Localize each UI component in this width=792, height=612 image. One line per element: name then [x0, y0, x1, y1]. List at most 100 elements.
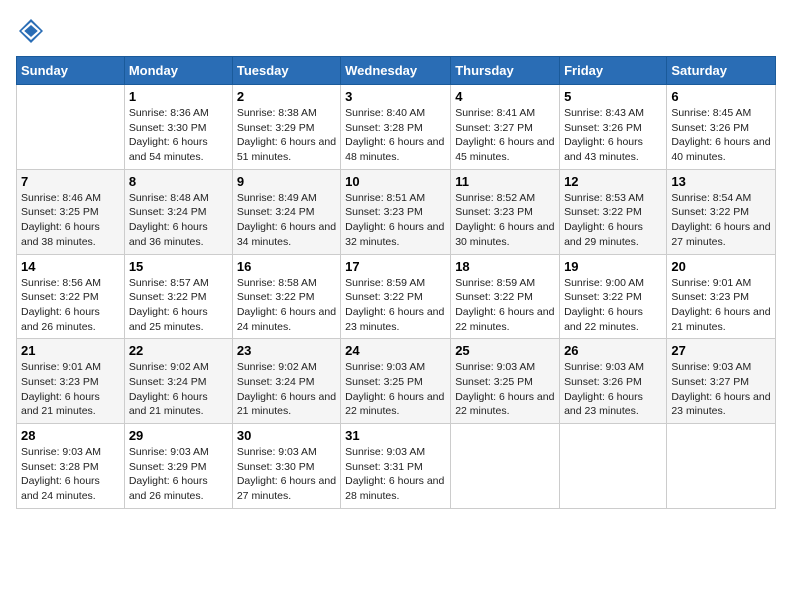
day-number: 15 — [129, 259, 228, 274]
calendar-cell: 31 Sunrise: 9:03 AMSunset: 3:31 PMDayligh… — [341, 424, 451, 509]
day-info: Sunrise: 8:46 AMSunset: 3:25 PMDaylight:… — [21, 191, 120, 250]
day-number: 3 — [345, 89, 446, 104]
day-number: 7 — [21, 174, 120, 189]
day-info: Sunrise: 8:59 AMSunset: 3:22 PMDaylight:… — [345, 276, 446, 335]
day-number: 27 — [671, 343, 771, 358]
day-number: 16 — [237, 259, 336, 274]
day-info: Sunrise: 9:01 AMSunset: 3:23 PMDaylight:… — [671, 276, 771, 335]
day-info: Sunrise: 8:41 AMSunset: 3:27 PMDaylight:… — [455, 106, 555, 165]
day-number: 21 — [21, 343, 120, 358]
calendar-cell: 23Sunrise: 9:02 AMSunset: 3:24 PMDayligh… — [232, 339, 340, 424]
day-info: Sunrise: 8:53 AMSunset: 3:22 PMDaylight:… — [564, 191, 662, 250]
day-info: Sunrise: 9:03 AMSunset: 3:29 PMDaylight:… — [129, 445, 228, 504]
day-number: 4 — [455, 89, 555, 104]
day-number: 18 — [455, 259, 555, 274]
day-number: 10 — [345, 174, 446, 189]
day-number: 1 — [129, 89, 228, 104]
day-number: 28 — [21, 428, 120, 443]
day-info: Sunrise: 9:03 AMSunset: 3:31 PMDaylight:… — [345, 445, 446, 504]
calendar-cell: 11Sunrise: 8:52 AMSunset: 3:23 PMDayligh… — [451, 169, 560, 254]
calendar-cell — [667, 424, 776, 509]
week-row-4: 21 Sunrise: 9:01 AMSunset: 3:23 PMDayligh… — [17, 339, 776, 424]
day-info: Sunrise: 8:38 AMSunset: 3:29 PMDaylight:… — [237, 106, 336, 165]
day-info: Sunrise: 9:00 AMSunset: 3:22 PMDaylight:… — [564, 276, 662, 335]
day-number: 9 — [237, 174, 336, 189]
calendar-cell: 5Sunrise: 8:43 AMSunset: 3:26 PMDaylight… — [560, 85, 667, 170]
day-info: Sunrise: 8:45 AMSunset: 3:26 PMDaylight:… — [671, 106, 771, 165]
calendar-cell — [560, 424, 667, 509]
calendar-cell: 24 Sunrise: 9:03 AMSunset: 3:25 PMDayligh… — [341, 339, 451, 424]
day-number: 24 — [345, 343, 446, 358]
calendar-cell: 19 Sunrise: 9:00 AMSunset: 3:22 PMDayligh… — [560, 254, 667, 339]
calendar-cell: 10 Sunrise: 8:51 AMSunset: 3:23 PMDayligh… — [341, 169, 451, 254]
day-info: Sunrise: 9:02 AMSunset: 3:24 PMDaylight:… — [129, 360, 228, 419]
day-info: Sunrise: 9:03 AMSunset: 3:27 PMDaylight:… — [671, 360, 771, 419]
day-info: Sunrise: 9:03 AMSunset: 3:28 PMDaylight:… — [21, 445, 120, 504]
day-number: 26 — [564, 343, 662, 358]
calendar-cell: 17 Sunrise: 8:59 AMSunset: 3:22 PMDayligh… — [341, 254, 451, 339]
day-number: 6 — [671, 89, 771, 104]
day-number: 17 — [345, 259, 446, 274]
day-number: 12 — [564, 174, 662, 189]
day-number: 8 — [129, 174, 228, 189]
day-number: 30 — [237, 428, 336, 443]
week-row-2: 7 Sunrise: 8:46 AMSunset: 3:25 PMDaylight… — [17, 169, 776, 254]
calendar-cell: 2 Sunrise: 8:38 AMSunset: 3:29 PMDaylight… — [232, 85, 340, 170]
calendar-cell: 16 Sunrise: 8:58 AMSunset: 3:22 PMDayligh… — [232, 254, 340, 339]
day-info: Sunrise: 8:56 AMSunset: 3:22 PMDaylight:… — [21, 276, 120, 335]
calendar-cell: 28 Sunrise: 9:03 AMSunset: 3:28 PMDayligh… — [17, 424, 125, 509]
day-header-friday: Friday — [560, 57, 667, 85]
calendar-cell: 9Sunrise: 8:49 AMSunset: 3:24 PMDaylight… — [232, 169, 340, 254]
day-info: Sunrise: 8:48 AMSunset: 3:24 PMDaylight:… — [129, 191, 228, 250]
day-number: 31 — [345, 428, 446, 443]
calendar-cell: 25 Sunrise: 9:03 AMSunset: 3:25 PMDayligh… — [451, 339, 560, 424]
calendar-cell: 8 Sunrise: 8:48 AMSunset: 3:24 PMDaylight… — [124, 169, 232, 254]
calendar-cell: 7 Sunrise: 8:46 AMSunset: 3:25 PMDaylight… — [17, 169, 125, 254]
day-info: Sunrise: 9:03 AMSunset: 3:26 PMDaylight:… — [564, 360, 662, 419]
day-info: Sunrise: 8:59 AMSunset: 3:22 PMDaylight:… — [455, 276, 555, 335]
calendar-cell: 12 Sunrise: 8:53 AMSunset: 3:22 PMDayligh… — [560, 169, 667, 254]
calendar-cell: 30Sunrise: 9:03 AMSunset: 3:30 PMDayligh… — [232, 424, 340, 509]
day-info: Sunrise: 8:36 AMSunset: 3:30 PMDaylight:… — [129, 106, 228, 165]
day-number: 29 — [129, 428, 228, 443]
calendar-cell: 29 Sunrise: 9:03 AMSunset: 3:29 PMDayligh… — [124, 424, 232, 509]
calendar-cell — [451, 424, 560, 509]
logo — [16, 16, 50, 46]
day-number: 25 — [455, 343, 555, 358]
day-header-tuesday: Tuesday — [232, 57, 340, 85]
calendar-cell: 18 Sunrise: 8:59 AMSunset: 3:22 PMDayligh… — [451, 254, 560, 339]
day-number: 23 — [237, 343, 336, 358]
logo-icon — [16, 16, 46, 46]
day-info: Sunrise: 8:54 AMSunset: 3:22 PMDaylight:… — [671, 191, 771, 250]
day-header-thursday: Thursday — [451, 57, 560, 85]
day-number: 19 — [564, 259, 662, 274]
calendar-cell: 21 Sunrise: 9:01 AMSunset: 3:23 PMDayligh… — [17, 339, 125, 424]
day-number: 20 — [671, 259, 771, 274]
day-info: Sunrise: 9:01 AMSunset: 3:23 PMDaylight:… — [21, 360, 120, 419]
day-header-saturday: Saturday — [667, 57, 776, 85]
day-header-monday: Monday — [124, 57, 232, 85]
day-header-wednesday: Wednesday — [341, 57, 451, 85]
calendar-cell: 22 Sunrise: 9:02 AMSunset: 3:24 PMDayligh… — [124, 339, 232, 424]
day-header-sunday: Sunday — [17, 57, 125, 85]
week-row-3: 14 Sunrise: 8:56 AMSunset: 3:22 PMDayligh… — [17, 254, 776, 339]
day-number: 22 — [129, 343, 228, 358]
calendar-cell: 26 Sunrise: 9:03 AMSunset: 3:26 PMDayligh… — [560, 339, 667, 424]
day-number: 2 — [237, 89, 336, 104]
header-row: SundayMondayTuesdayWednesdayThursdayFrid… — [17, 57, 776, 85]
day-number: 5 — [564, 89, 662, 104]
day-info: Sunrise: 9:03 AMSunset: 3:25 PMDaylight:… — [455, 360, 555, 419]
week-row-1: 1 Sunrise: 8:36 AMSunset: 3:30 PMDaylight… — [17, 85, 776, 170]
day-number: 14 — [21, 259, 120, 274]
day-info: Sunrise: 8:52 AMSunset: 3:23 PMDaylight:… — [455, 191, 555, 250]
calendar-cell: 13 Sunrise: 8:54 AMSunset: 3:22 PMDayligh… — [667, 169, 776, 254]
page-header — [16, 16, 776, 46]
calendar-cell — [17, 85, 125, 170]
calendar-cell: 20 Sunrise: 9:01 AMSunset: 3:23 PMDayligh… — [667, 254, 776, 339]
day-info: Sunrise: 8:58 AMSunset: 3:22 PMDaylight:… — [237, 276, 336, 335]
day-info: Sunrise: 8:51 AMSunset: 3:23 PMDaylight:… — [345, 191, 446, 250]
day-info: Sunrise: 9:03 AMSunset: 3:25 PMDaylight:… — [345, 360, 446, 419]
day-info: Sunrise: 8:40 AMSunset: 3:28 PMDaylight:… — [345, 106, 446, 165]
calendar-cell: 1 Sunrise: 8:36 AMSunset: 3:30 PMDaylight… — [124, 85, 232, 170]
day-number: 13 — [671, 174, 771, 189]
